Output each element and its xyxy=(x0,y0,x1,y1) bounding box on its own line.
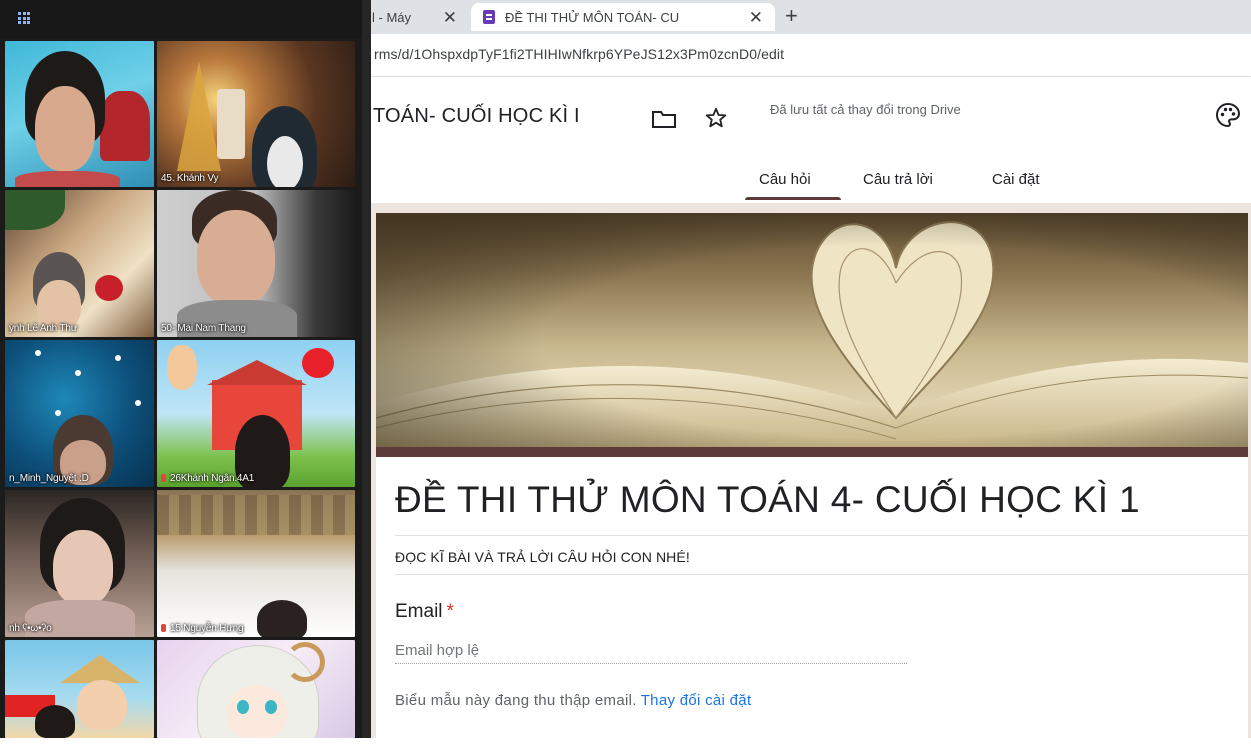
participant-name: 15 Nguyễn Hưng xyxy=(161,623,244,634)
description-divider xyxy=(395,574,1248,575)
tab-responses[interactable]: Câu trả lời xyxy=(863,171,933,188)
participant-name: nh ʕ•ω•ʔo xyxy=(9,623,52,634)
participant-name: 26Khánh Ngân.4A1 xyxy=(161,473,254,484)
participant-tile[interactable]: 15 Nguyễn Hưng xyxy=(157,490,355,637)
browser-tab[interactable]: l - Máy ✕ xyxy=(371,3,469,31)
participant-tile[interactable] xyxy=(5,41,154,187)
star-icon[interactable] xyxy=(704,106,728,130)
form-description[interactable]: ĐỌC KĨ BÀI VÀ TRẢ LỜI CÂU HỎI CON NHÉ! xyxy=(395,549,690,565)
mic-off-icon xyxy=(161,474,166,482)
tab-label: l - Máy xyxy=(372,9,411,25)
form-title-card[interactable]: ĐỀ THI THỬ MÔN TOÁN 4- CUỐI HỌC KÌ 1 ĐỌC… xyxy=(376,447,1248,747)
active-tab-indicator xyxy=(745,197,841,200)
browser-tab-bar: l - Máy ✕ ĐỀ THI THỬ MÔN TOÁN- CU ✕ + xyxy=(371,0,1251,34)
address-bar[interactable]: rms/d/1OhspxdpTyF1fi2THIHIwNfkrp6YPeJS12… xyxy=(371,34,1251,77)
tab-settings[interactable]: Cài đặt xyxy=(992,171,1040,188)
new-tab-icon[interactable]: + xyxy=(785,3,798,29)
panel-divider xyxy=(362,0,371,738)
url-text[interactable]: rms/d/1OhspxdpTyF1fi2THIHIwNfkrp6YPeJS12… xyxy=(374,46,784,62)
doc-title[interactable]: TOÁN- CUỐI HỌC KÌ I xyxy=(373,105,580,128)
email-field[interactable] xyxy=(395,637,907,664)
change-settings-link[interactable]: Thay đổi cài đặt xyxy=(641,692,752,709)
collect-note-text: Biểu mẫu này đang thu thập email. xyxy=(395,692,637,709)
participant-tile[interactable]: 50- Mai Nam Thang xyxy=(157,190,355,337)
browser-tab-active[interactable]: ĐỀ THI THỬ MÔN TOÁN- CU ✕ xyxy=(471,3,775,31)
participant-tile[interactable]: ỳnh Lê Anh Thư xyxy=(5,190,154,337)
forms-favicon xyxy=(483,10,495,24)
close-icon[interactable]: ✕ xyxy=(749,9,763,26)
email-label-text: Email xyxy=(395,601,443,622)
save-status: Đã lưu tất cả thay đổi trong Drive xyxy=(770,102,961,117)
participant-tile[interactable]: n_Minh_Nguyệt :D xyxy=(5,340,154,487)
video-panel-topbar xyxy=(0,0,362,38)
close-icon[interactable]: ✕ xyxy=(443,9,457,26)
participant-name: n_Minh_Nguyệt :D xyxy=(9,473,89,484)
participant-tile[interactable]: 26Khánh Ngân.4A1 xyxy=(157,340,355,487)
card-accent-bar xyxy=(376,447,1248,457)
participant-tile[interactable]: 45. Khánh Vy xyxy=(157,41,355,187)
video-call-panel: 45. Khánh Vy ỳnh Lê Anh Thư 50- Mai Nam … xyxy=(0,0,362,738)
title-divider xyxy=(395,535,1248,536)
required-mark: * xyxy=(446,601,454,622)
participant-tile[interactable] xyxy=(157,640,355,738)
participant-name: 50- Mai Nam Thang xyxy=(161,323,246,334)
participant-tile[interactable] xyxy=(5,640,154,738)
collect-email-note: Biểu mẫu này đang thu thập email. Thay đổ… xyxy=(395,692,751,709)
participant-tile[interactable]: nh ʕ•ω•ʔo xyxy=(5,490,154,637)
mic-off-icon xyxy=(161,624,166,632)
tab-label: ĐỀ THI THỬ MÔN TOÁN- CU xyxy=(505,9,680,25)
open-book-heart-image xyxy=(376,213,1248,447)
participant-name: ỳnh Lê Anh Thư xyxy=(9,323,78,334)
folder-icon[interactable] xyxy=(651,109,677,129)
palette-icon[interactable] xyxy=(1214,101,1242,129)
form-title[interactable]: ĐỀ THI THỬ MÔN TOÁN 4- CUỐI HỌC KÌ 1 xyxy=(395,479,1140,521)
participant-name: 45. Khánh Vy xyxy=(161,173,219,184)
forms-header: TOÁN- CUỐI HỌC KÌ I Đã lưu tất cả thay đ… xyxy=(371,77,1251,203)
grid-icon[interactable] xyxy=(18,12,30,24)
email-label: Email * xyxy=(395,601,454,623)
form-body: ĐỀ THI THỬ MÔN TOÁN 4- CUỐI HỌC KÌ 1 ĐỌC… xyxy=(371,203,1251,747)
tab-questions[interactable]: Câu hỏi xyxy=(759,171,811,188)
header-image xyxy=(376,213,1248,447)
